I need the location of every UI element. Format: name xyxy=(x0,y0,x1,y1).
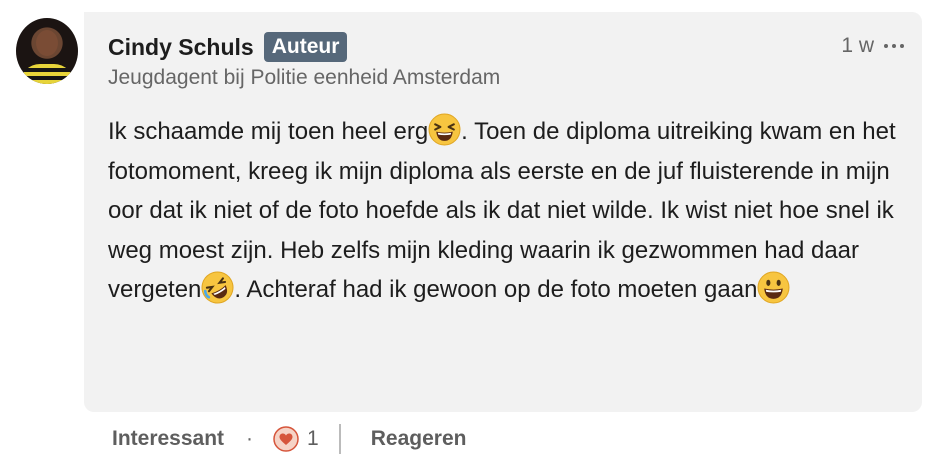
reply-button[interactable]: Reageren xyxy=(371,427,467,451)
comment-header: Cindy Schuls Auteur xyxy=(108,32,348,62)
comment-text: Ik schaamde mij toen heel erg . Toen de … xyxy=(108,112,908,310)
action-divider xyxy=(338,424,341,454)
like-button[interactable]: Interessant xyxy=(112,427,224,451)
avatar-shirt xyxy=(20,64,74,84)
reaction-count[interactable]: 1 xyxy=(307,427,319,451)
grinning-face-icon xyxy=(757,271,790,304)
grinning-squinting-face-icon xyxy=(428,113,461,146)
author-name[interactable]: Cindy Schuls xyxy=(108,34,254,61)
comment-meta: 1 w xyxy=(841,34,904,58)
author-headline: Jeugdagent bij Politie eenheid Amsterdam xyxy=(108,66,501,89)
comment-text-part-1: Ik schaamde mij toen heel erg xyxy=(108,118,429,145)
heart-reaction-icon[interactable] xyxy=(273,426,299,452)
avatar[interactable] xyxy=(16,18,78,84)
rolling-on-floor-laughing-icon xyxy=(201,271,234,304)
separator-dot: · xyxy=(246,427,254,450)
more-horizontal-icon[interactable] xyxy=(884,44,904,48)
avatar-face xyxy=(36,30,58,56)
comment-bubble: Cindy Schuls Auteur Jeugdagent bij Polit… xyxy=(84,12,922,412)
comment-actions: Interessant · 1 Reageren xyxy=(112,424,466,454)
author-badge: Auteur xyxy=(263,32,348,62)
timestamp: 1 w xyxy=(841,34,874,57)
comment-text-part-3: . Achteraf had ik gewoon op de foto moet… xyxy=(234,276,758,303)
